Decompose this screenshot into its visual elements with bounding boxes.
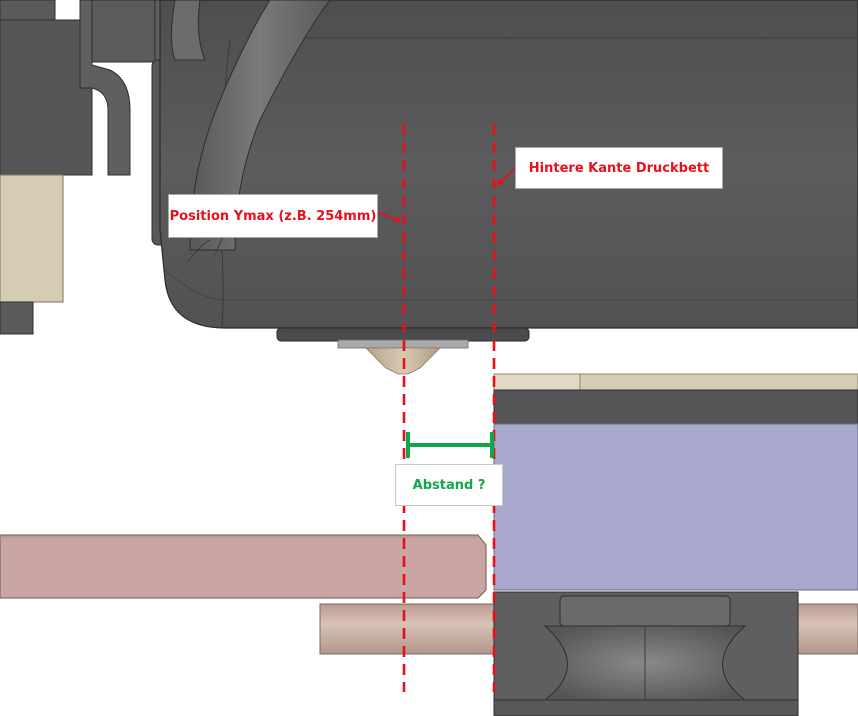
distance-marker bbox=[406, 432, 494, 458]
cad-diagram bbox=[0, 0, 858, 716]
pulley-block bbox=[493, 591, 799, 716]
distance-label: Abstand ? bbox=[395, 464, 503, 506]
print-bed bbox=[493, 373, 858, 591]
ymax-label: Position Ymax (z.B. 254mm) bbox=[168, 194, 378, 238]
bed-edge-label: Hintere Kante Druckbett bbox=[515, 147, 723, 189]
rod-left bbox=[0, 534, 487, 599]
